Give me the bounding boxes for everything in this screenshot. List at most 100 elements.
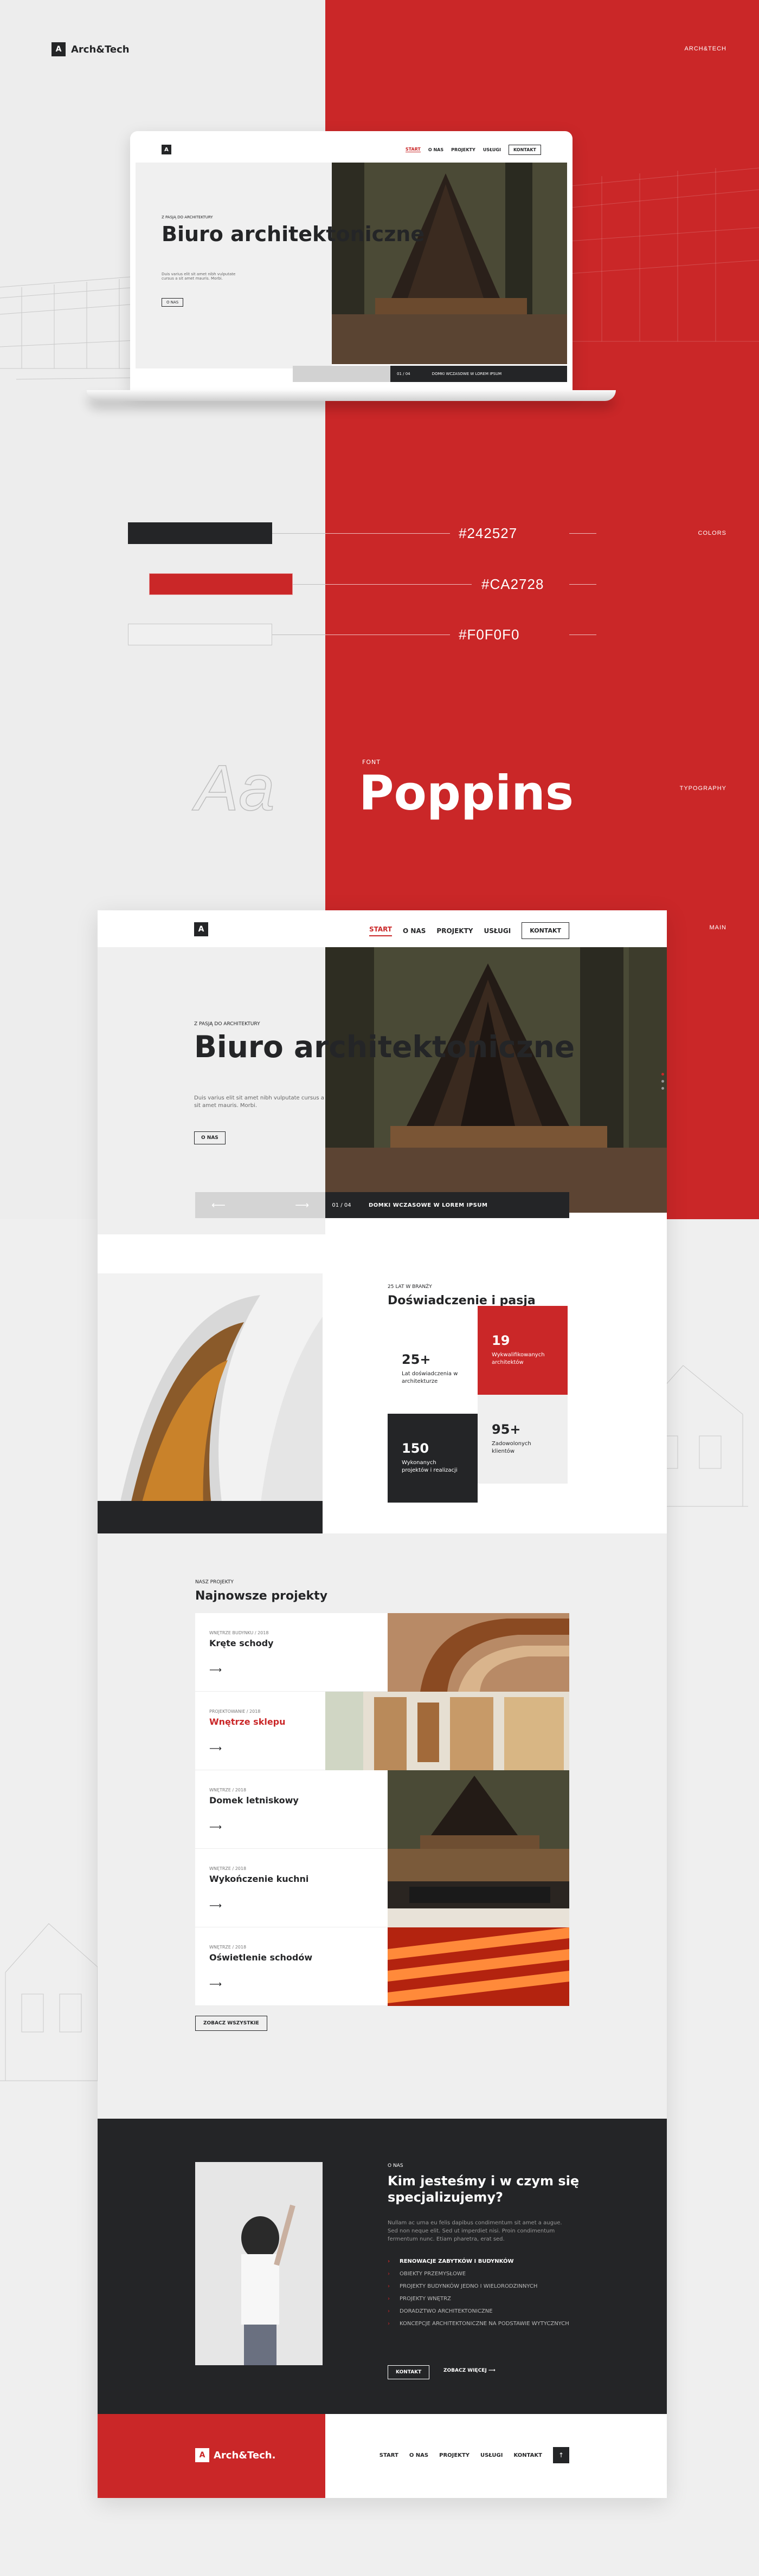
hero-more-button[interactable]: O NAS (194, 1131, 226, 1144)
side-tag-colors: COLORS (698, 530, 726, 536)
footer-link-about[interactable]: O NAS (409, 2452, 428, 2458)
nav-about[interactable]: O NAS (403, 927, 426, 935)
mini-caption: DOMKI WCZASOWE W LOREM IPSUM (432, 372, 502, 376)
slider-prev-icon[interactable]: ⟵ (211, 1200, 226, 1211)
project-photo-shop (325, 1692, 569, 1770)
swatch-red (149, 573, 293, 595)
mini-hero-panel (136, 163, 332, 368)
mini-navbar: A START O NAS PROJEKTY USŁUGI KONTAKT (136, 137, 567, 163)
nav-contact-button[interactable]: KONTAKT (522, 922, 569, 939)
laptop-screen: A START O NAS PROJEKTY USŁUGI KONTAKT Z … (136, 137, 567, 386)
swatch-light (128, 624, 272, 645)
footer-links: START O NAS PROJEKTY USŁUGI KONTAKT (380, 2452, 542, 2458)
stat-clients-label: Zadowolonych klientów (492, 1441, 531, 1454)
mini-contact-button[interactable]: KONTAKT (508, 144, 541, 155)
footer-link-services[interactable]: USŁUGI (480, 2452, 503, 2458)
swatch-dark-line (272, 533, 325, 534)
hero-cabin-photo (325, 947, 667, 1213)
projects-title: Najnowsze projekty (195, 1589, 328, 1603)
nav-projects[interactable]: PROJEKTY (436, 927, 473, 935)
who-text: Nullam ac urna eu felis dapibus condimen… (388, 2220, 562, 2242)
laptop-mockup: A START O NAS PROJEKTY USŁUGI KONTAKT Z … (130, 131, 573, 391)
project-category: PROJEKTOWANIE / 2018 (209, 1709, 261, 1714)
stat-architects-label: Wykwalifikowanych architektów (492, 1352, 545, 1365)
arrow-right-icon[interactable]: ⟶ (209, 1900, 222, 1911)
hero-subtitle: Duis varius elit sit amet nibh vulputate… (194, 1095, 324, 1109)
scroll-up-icon[interactable]: ↑ (553, 2447, 569, 2463)
footer-link-contact[interactable]: KONTAKT (513, 2452, 542, 2458)
footer-logo-text: Arch&Tech. (214, 2449, 276, 2461)
hero-slider-controls: ⟵ ⟶ (195, 1192, 325, 1218)
slide-caption: DOMKI WCZASOWE W LOREM IPSUM (369, 1202, 488, 1208)
stat-architects-value: 19 (492, 1333, 510, 1348)
project-item[interactable]: WNĘTRZE BUDYNKU / 2018 Kręte schody ⟶ (195, 1613, 388, 1692)
footer-link-start[interactable]: START (380, 2452, 398, 2458)
mini-logo: A (162, 145, 171, 154)
project-name: Oświetlenie schodów (209, 1952, 313, 1963)
stat-clients: 95+ Zadowolonych klientów (478, 1395, 568, 1484)
typography-sample: Aa (195, 751, 275, 825)
view-all-projects-button[interactable]: ZOBACZ WSZYSTKIE (195, 2016, 267, 2031)
who-eyebrow: O NAS (388, 2163, 403, 2169)
project-name: Wnętrze sklepu (209, 1717, 286, 1727)
woman-photo (195, 2162, 323, 2365)
slider-next-icon[interactable]: ⟶ (295, 1200, 309, 1211)
services-list: RENOWACJE ZABYTKÓW I BUDYNKÓW OBIEKTY PR… (388, 2258, 569, 2333)
project-category: WNĘTRZE / 2018 (209, 1945, 247, 1950)
footer-logo-mark: A (195, 2448, 209, 2462)
hero-title: Biuro architektoniczne (194, 1030, 575, 1064)
who-more-link[interactable]: ZOBACZ WIĘCEJ ⟶ (443, 2368, 496, 2373)
footer-link-projects[interactable]: PROJEKTY (439, 2452, 469, 2458)
logo-text: Arch&Tech (71, 43, 130, 55)
project-item[interactable]: PROJEKTOWANIE / 2018 Wnętrze sklepu ⟶ (195, 1692, 325, 1770)
swatch-dark-line-red (325, 533, 450, 534)
arrow-right-icon[interactable]: ⟶ (209, 1665, 222, 1675)
mini-nav-projects[interactable]: PROJEKTY (451, 147, 475, 152)
project-photo-cabin (388, 1770, 569, 1849)
logo-mark: A (52, 42, 66, 56)
opera-house-photo (98, 1273, 323, 1533)
service-item: PROJEKTY BUDYNKÓW JEDNO I WIELORODZINNYC… (388, 2283, 569, 2289)
mini-hero-eyebrow: Z PASJĄ DO ARCHITEKTURY (162, 215, 213, 219)
site-logo[interactable]: A (194, 922, 208, 936)
stat-projects: 150 Wykonanych projektów i realizacji (388, 1414, 478, 1503)
service-item: OBIEKTY PRZEMYSŁOWE (388, 2271, 569, 2277)
mini-hero-photo (332, 163, 567, 364)
mini-more-button[interactable]: O NAS (162, 298, 184, 307)
project-name: Kręte schody (209, 1638, 274, 1648)
swatch-red-line (293, 584, 325, 585)
swatch-red-label: #CA2728 (481, 576, 544, 592)
mini-nav-start[interactable]: START (405, 147, 421, 152)
stat-clients-value: 95+ (492, 1422, 521, 1437)
projects-eyebrow: NASZ PROJEKTY (195, 1580, 234, 1585)
arrow-right-icon[interactable]: ⟶ (209, 1743, 222, 1753)
mini-nav-services[interactable]: USŁUGI (483, 147, 501, 152)
nav-services[interactable]: USŁUGI (484, 927, 511, 935)
mini-hero-title: Biuro architektoniczne (162, 222, 425, 246)
presentation-logo: A Arch&Tech (52, 42, 130, 56)
stat-projects-value: 150 (402, 1441, 429, 1456)
project-item[interactable]: WNĘTRZE / 2018 Wykończenie kuchni ⟶ (195, 1849, 388, 1927)
footer-logo[interactable]: A Arch&Tech. (195, 2448, 275, 2462)
arrow-right-icon[interactable]: ⟶ (209, 1822, 222, 1832)
mini-counter: 01 / 04 (397, 372, 410, 376)
side-tag-archtech: ARCH&TECH (684, 46, 726, 52)
stat-years: 25+ Lat doświadczenia w architekturze (388, 1325, 478, 1414)
nav-start[interactable]: START (369, 925, 393, 936)
swatch-dark-line-tail (569, 533, 596, 534)
swatch-light-label: #F0F0F0 (459, 626, 520, 643)
who-contact-button[interactable]: KONTAKT (388, 2365, 430, 2379)
site-navbar: A START O NAS PROJEKTY USŁUGI KONTAKT (98, 910, 667, 947)
arrow-right-icon[interactable]: ⟶ (209, 1979, 222, 1989)
mini-nav-about[interactable]: O NAS (428, 147, 443, 152)
hero-pagination-dots[interactable] (661, 1073, 664, 1090)
project-item[interactable]: WNĘTRZE / 2018 Oświetlenie schodów ⟶ (195, 1927, 388, 2006)
hero-caption-bar: 01 / 04 DOMKI WCZASOWE W LOREM IPSUM (325, 1192, 569, 1218)
project-item[interactable]: WNĘTRZE / 2018 Domek letniskowy ⟶ (195, 1770, 388, 1849)
project-name: Domek letniskowy (209, 1795, 299, 1805)
who-we-are-section (98, 2119, 667, 2414)
swatch-dark-label: #242527 (459, 525, 518, 541)
mini-slider-controls[interactable] (293, 366, 390, 382)
mini-nav-links: START O NAS PROJEKTY USŁUGI KONTAKT (405, 144, 541, 155)
swatch-dark (128, 522, 272, 544)
